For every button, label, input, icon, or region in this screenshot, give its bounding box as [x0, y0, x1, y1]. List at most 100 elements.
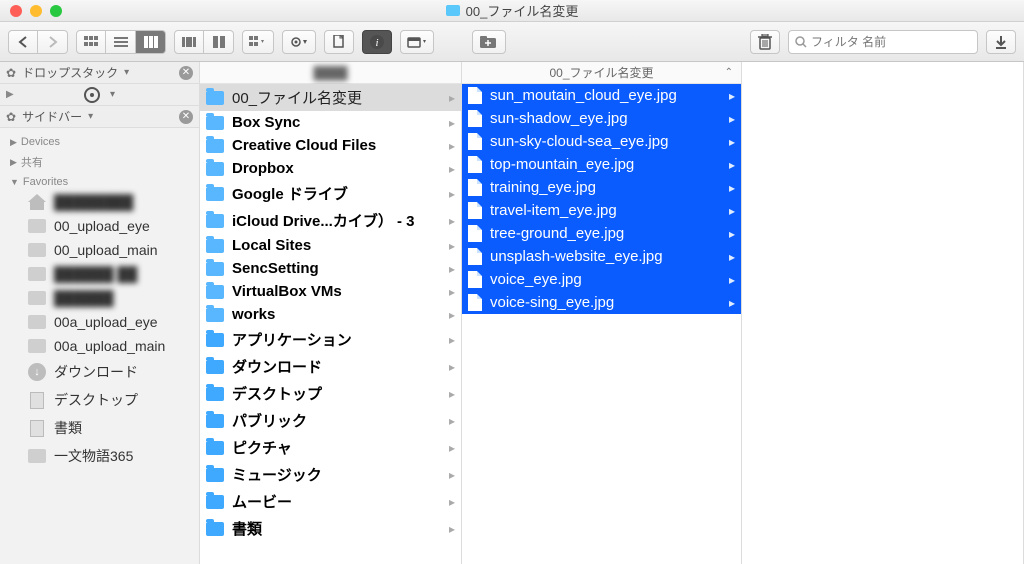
- folder-row[interactable]: ダウンロード▸: [200, 353, 461, 380]
- icon-view-button[interactable]: [76, 30, 106, 54]
- file-row[interactable]: sun-shadow_eye.jpg▸: [462, 107, 741, 130]
- folder-row[interactable]: アプリケーション▸: [200, 326, 461, 353]
- forward-button[interactable]: [38, 30, 68, 54]
- titlebar: 00_ファイル名変更: [0, 0, 1024, 22]
- file-icon: [468, 248, 482, 265]
- sidebar-strip[interactable]: ✿ サイドバー ▾ ✕: [0, 106, 199, 128]
- minimize-window-button[interactable]: [30, 5, 42, 17]
- back-button[interactable]: [8, 30, 38, 54]
- folder-row[interactable]: works▸: [200, 303, 461, 326]
- gear-icon: ✿: [6, 66, 16, 80]
- sort-chevron-icon[interactable]: ⌃: [725, 67, 733, 78]
- sidebar-item-label: 00a_upload_main: [54, 338, 165, 354]
- file-name: training_eye.jpg: [490, 179, 596, 196]
- file-icon: [468, 156, 482, 173]
- folder-icon: [206, 162, 224, 176]
- chevron-down-icon: ▾: [124, 67, 129, 78]
- chevron-right-icon: ▸: [729, 227, 735, 241]
- folder-icon: [206, 285, 224, 299]
- folder-icon: [206, 91, 224, 105]
- folder-row[interactable]: Google ドライブ▸: [200, 180, 461, 207]
- target-strip[interactable]: ▶ ▾: [0, 84, 199, 106]
- file-row[interactable]: tree-ground_eye.jpg▸: [462, 222, 741, 245]
- folder-name: ダウンロード: [232, 356, 322, 377]
- duplicate-button[interactable]: [324, 30, 354, 54]
- folder-row[interactable]: SencSetting▸: [200, 257, 461, 280]
- folder-icon: [206, 239, 224, 253]
- column-1-header[interactable]: ████: [200, 62, 461, 84]
- search-field[interactable]: [788, 30, 978, 54]
- folder-row[interactable]: ムービー▸: [200, 488, 461, 515]
- chevron-right-icon: ▸: [729, 89, 735, 103]
- folder-row[interactable]: デスクトップ▸: [200, 380, 461, 407]
- chevron-right-icon: ▸: [729, 296, 735, 310]
- column-view-button[interactable]: [136, 30, 166, 54]
- folder-row[interactable]: ピクチャ▸: [200, 434, 461, 461]
- chevron-right-icon: ▸: [449, 387, 455, 401]
- folder-row[interactable]: Box Sync▸: [200, 111, 461, 134]
- window-controls: [0, 5, 62, 17]
- close-icon[interactable]: ✕: [179, 110, 193, 124]
- target-icon: [84, 87, 100, 103]
- file-row[interactable]: unsplash-website_eye.jpg▸: [462, 245, 741, 268]
- quicklook-button[interactable]: [400, 30, 434, 54]
- sidebar-item[interactable]: 00_upload_eye: [0, 214, 199, 238]
- folder-icon: [28, 243, 46, 257]
- sidebar-item[interactable]: 書類: [0, 414, 199, 442]
- file-row[interactable]: voice_eye.jpg▸: [462, 268, 741, 291]
- sidebar-section-shared[interactable]: ▶共有: [0, 150, 199, 172]
- sidebar-item[interactable]: 00a_upload_eye: [0, 310, 199, 334]
- sidebar-item-label: 書類: [54, 418, 82, 438]
- close-window-button[interactable]: [10, 5, 22, 17]
- sidebar-item[interactable]: 一文物語365: [0, 442, 199, 470]
- list-view-button[interactable]: [106, 30, 136, 54]
- file-row[interactable]: sun-sky-cloud-sea_eye.jpg▸: [462, 130, 741, 153]
- sidebar-item-label: 00_upload_eye: [54, 218, 150, 234]
- folder-row[interactable]: 書類▸: [200, 515, 461, 542]
- folder-icon: [206, 468, 224, 482]
- folder-name: SencSetting: [232, 260, 319, 277]
- sidebar-item[interactable]: 00a_upload_main: [0, 334, 199, 358]
- folder-row[interactable]: VirtualBox VMs▸: [200, 280, 461, 303]
- folder-icon: [28, 339, 46, 353]
- info-button[interactable]: i: [362, 30, 392, 54]
- action-button[interactable]: [282, 30, 316, 54]
- chevron-right-icon: ▸: [449, 522, 455, 536]
- folder-row[interactable]: Local Sites▸: [200, 234, 461, 257]
- folder-row[interactable]: 00_ファイル名変更▸: [200, 84, 461, 111]
- file-row[interactable]: top-mountain_eye.jpg▸: [462, 153, 741, 176]
- arrange-button[interactable]: [242, 30, 274, 54]
- file-row[interactable]: travel-item_eye.jpg▸: [462, 199, 741, 222]
- folder-row[interactable]: Creative Cloud Files▸: [200, 134, 461, 157]
- sidebar-item[interactable]: ██████: [0, 286, 199, 310]
- sidebar-item[interactable]: デスクトップ: [0, 386, 199, 414]
- search-input[interactable]: [811, 35, 971, 49]
- zoom-window-button[interactable]: [50, 5, 62, 17]
- folder-icon: [206, 333, 224, 347]
- close-icon[interactable]: ✕: [179, 66, 193, 80]
- file-row[interactable]: sun_moutain_cloud_eye.jpg▸: [462, 84, 741, 107]
- file-row[interactable]: voice-sing_eye.jpg▸: [462, 291, 741, 314]
- sidebar-item[interactable]: ↓ダウンロード: [0, 358, 199, 386]
- column-2-header[interactable]: 00_ファイル名変更 ⌃: [462, 62, 741, 84]
- folder-row[interactable]: Dropbox▸: [200, 157, 461, 180]
- download-button[interactable]: [986, 30, 1016, 54]
- sidebar-item[interactable]: 00_upload_main: [0, 238, 199, 262]
- sidebar-section-favorites[interactable]: ▼Favorites: [0, 172, 199, 190]
- folder-name: works: [232, 306, 275, 323]
- sidebar-item[interactable]: ██████ ██: [0, 262, 199, 286]
- folder-row[interactable]: パブリック▸: [200, 407, 461, 434]
- disclosure-triangle-icon: ▶: [10, 157, 17, 168]
- sidebar-item[interactable]: ████████: [0, 190, 199, 214]
- sidebar-section-devices[interactable]: ▶Devices: [0, 132, 199, 150]
- new-folder-button[interactable]: [472, 30, 506, 54]
- trash-button[interactable]: [750, 30, 780, 54]
- folder-icon: [446, 5, 460, 16]
- coverflow-button-1[interactable]: [174, 30, 204, 54]
- file-row[interactable]: training_eye.jpg▸: [462, 176, 741, 199]
- folder-row[interactable]: iCloud Drive...カイブ） - 3▸: [200, 207, 461, 234]
- column-1: ████ 00_ファイル名変更▸Box Sync▸Creative Cloud …: [200, 62, 462, 564]
- folder-row[interactable]: ミュージック▸: [200, 461, 461, 488]
- coverflow-button-2[interactable]: [204, 30, 234, 54]
- drop-stack-strip[interactable]: ✿ ドロップスタック ▾ ✕: [0, 62, 199, 84]
